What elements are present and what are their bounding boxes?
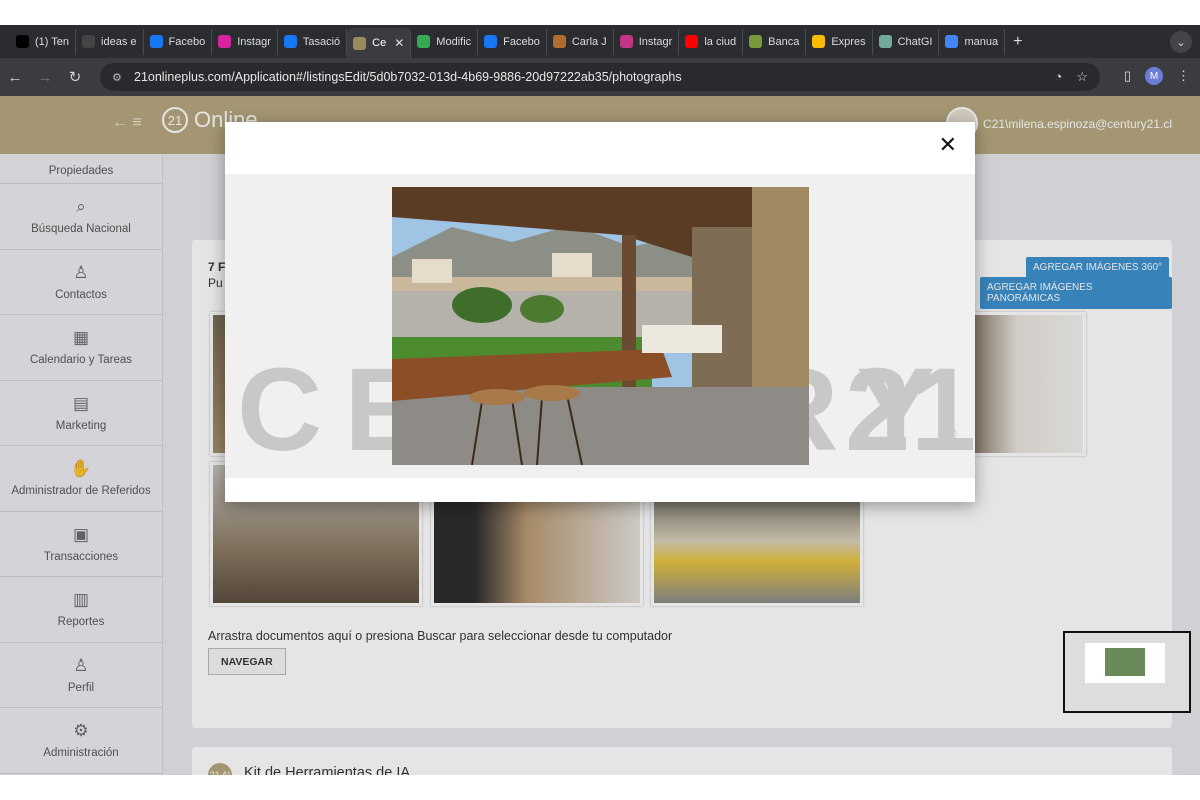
facebook-icon	[149, 35, 163, 48]
mini-photo	[1105, 648, 1145, 676]
browser-tab[interactable]: la ciud	[679, 28, 744, 55]
browser-tab[interactable]: Carla J	[547, 28, 614, 55]
youtube-icon	[685, 35, 699, 48]
browser-tab[interactable]: Modific	[411, 28, 479, 55]
x-icon	[16, 35, 29, 48]
browser-tab[interactable]: (1) Ten	[10, 28, 77, 55]
reload-icon[interactable]: ↻	[60, 68, 90, 86]
new-tab-icon[interactable]: +	[1013, 33, 1022, 51]
openai-icon	[749, 35, 763, 48]
watermark-number: 21	[845, 344, 977, 476]
tab-label: Instagr	[237, 35, 271, 48]
browser-tab[interactable]: Instagr	[614, 28, 680, 55]
browser-tab[interactable]: Instagr	[212, 28, 278, 55]
terrace-photo	[392, 187, 809, 465]
address-bar[interactable]: ⚙ 21onlineplus.com/Application#/listings…	[100, 63, 1100, 91]
photo-viewer: CENTURY 21 ®	[225, 174, 977, 478]
tab-label: Tasació	[302, 35, 341, 48]
tab-label: (1) Ten	[35, 35, 70, 48]
tab-label: la ciud	[704, 35, 737, 48]
url-text: 21onlineplus.com/Application#/listingsEd…	[134, 70, 682, 84]
browser-tab[interactable]: Facebo	[144, 28, 213, 55]
side-panel-icon[interactable]: ▯	[1124, 68, 1131, 84]
tab-strip: (1) Ten ideas e Facebo Instagr Tasació Ce ✕ Mod…	[0, 25, 1200, 58]
tab-label: Facebo	[503, 35, 540, 48]
century21-icon	[353, 36, 367, 50]
tab-search-icon[interactable]: ⌄	[1170, 31, 1192, 53]
tab-label: ideas e	[101, 35, 137, 48]
close-icon[interactable]: ✕	[939, 132, 957, 158]
screen-share-preview[interactable]	[1063, 631, 1191, 713]
openai-icon	[552, 35, 566, 48]
facebook-icon	[484, 35, 498, 48]
tab-label: Expres	[831, 35, 866, 48]
maps-pin-icon	[417, 35, 431, 48]
browser-tab[interactable]: Facebo	[478, 28, 547, 55]
site-settings-icon[interactable]: ⚙	[112, 71, 126, 84]
forward-icon[interactable]: →	[30, 69, 60, 86]
browser-tab[interactable]: Tasació	[278, 28, 348, 55]
openai-icon	[82, 35, 96, 48]
browser-tab[interactable]: ChatGI	[873, 28, 940, 55]
tab-close-icon[interactable]: ✕	[394, 36, 404, 50]
browser-tab[interactable]: Expres	[806, 28, 873, 55]
bookmark-star-icon[interactable]: ☆	[1076, 69, 1088, 85]
profile-avatar[interactable]: M	[1145, 67, 1163, 85]
browser-toolbar: ← → ↻ ⚙ 21onlineplus.com/Application#/li…	[0, 58, 1200, 96]
browser-window: (1) Ten ideas e Facebo Instagr Tasació Ce ✕ Mod…	[0, 25, 1200, 775]
browser-tab[interactable]: Banca	[743, 28, 807, 55]
tab-label: Facebo	[168, 35, 206, 48]
google-icon	[945, 35, 959, 48]
watermark-registered: ®	[945, 426, 957, 443]
browser-tab[interactable]: ideas e	[76, 28, 144, 55]
tab-label: ChatGI	[897, 35, 933, 48]
tab-label: Ce	[372, 37, 387, 49]
photo-preview-modal: ✕ CENTURY 21 ®	[225, 122, 977, 502]
tab-label: Instagr	[638, 35, 673, 48]
chatgpt-icon	[878, 35, 892, 48]
performance-icon[interactable]: ◔	[1054, 69, 1062, 85]
back-icon[interactable]: ←	[0, 69, 30, 86]
tab-label: Banca	[768, 35, 800, 48]
pinterest-icon	[283, 35, 297, 48]
tab-label: Modific	[436, 35, 472, 48]
browser-tab[interactable]: manua	[939, 28, 1006, 55]
tab-label: manua	[964, 35, 999, 48]
maps-pin-icon	[812, 35, 826, 48]
browser-tab[interactable]: Ce ✕	[347, 28, 412, 58]
browser-menu-icon[interactable]: ⋮	[1177, 68, 1190, 84]
tab-label: Carla J	[571, 35, 607, 48]
instagram-icon	[218, 35, 232, 48]
instagram-icon	[619, 35, 633, 48]
